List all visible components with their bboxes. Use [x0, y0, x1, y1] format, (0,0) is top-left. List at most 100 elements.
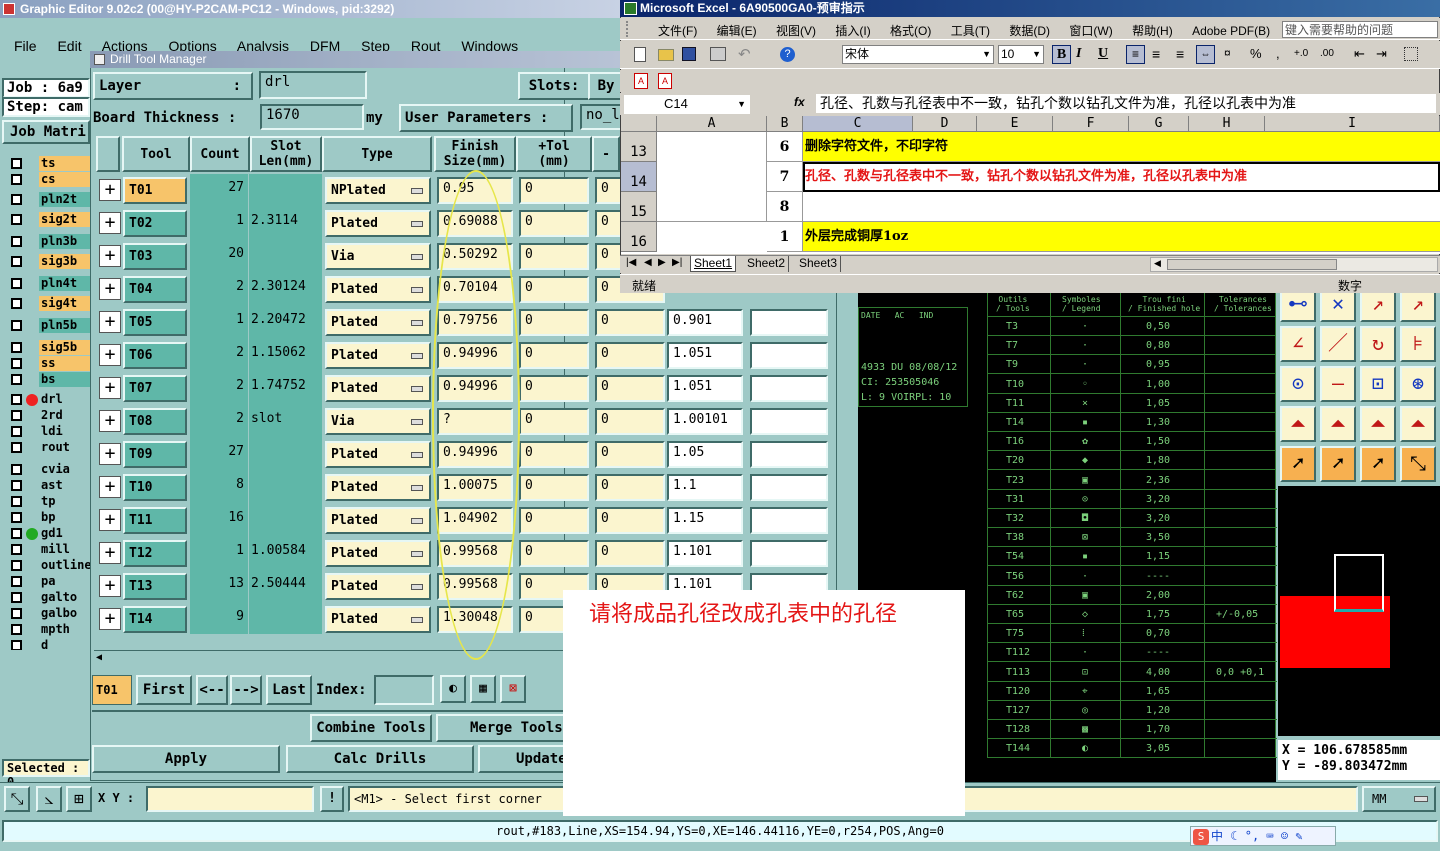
drill-size-input[interactable]: 1.15 [667, 507, 743, 534]
tool-type-select[interactable]: Plated [325, 606, 431, 633]
expand-icon[interactable]: + [99, 377, 121, 399]
align-left-icon[interactable]: ≡ [1126, 45, 1145, 64]
pointer-icon[interactable]: ➚ [1280, 446, 1316, 482]
layer-checkbox[interactable] [11, 592, 22, 603]
expand-icon[interactable]: + [99, 212, 121, 234]
tool-name-button[interactable]: T11 [123, 507, 187, 534]
layer-row[interactable]: ss [8, 356, 90, 371]
col-header-f[interactable]: F [1053, 116, 1129, 132]
plus-tol-input[interactable]: 0 [519, 309, 589, 336]
tool-type-select[interactable]: Plated [325, 573, 431, 600]
lightbulb-icon[interactable]: ◐ [440, 675, 466, 703]
layer-row[interactable]: sig4t [8, 296, 90, 311]
cell-c[interactable] [803, 192, 1440, 222]
increase-decimal-icon[interactable]: +.0 [1294, 48, 1308, 59]
layer-checkbox[interactable] [11, 608, 22, 619]
alert-icon[interactable]: ! [320, 786, 344, 812]
layer-row[interactable]: pln3b [8, 234, 90, 249]
measure-icon[interactable]: ⦣ [36, 786, 62, 812]
plus-tol-input[interactable]: 0 [519, 540, 589, 567]
comma-icon[interactable]: , [1276, 46, 1280, 61]
drill-size-input[interactable]: 1.1 [667, 474, 743, 501]
layer-checkbox[interactable] [11, 320, 22, 331]
minus-tol-input[interactable]: 0 [595, 342, 665, 369]
expand-icon[interactable]: + [99, 179, 121, 201]
layer-row[interactable]: pln2t [8, 192, 90, 207]
row-header[interactable]: 15 [621, 192, 657, 222]
table-icon[interactable]: ▦ [470, 675, 496, 703]
index-input[interactable] [374, 675, 434, 705]
first-sheet-icon[interactable]: |◀ [626, 257, 636, 268]
keyboard-icon[interactable]: ⌨ [1266, 829, 1273, 843]
col-header-e[interactable]: E [977, 116, 1053, 132]
layer-checkbox[interactable] [11, 298, 22, 309]
merged-cell-a[interactable] [657, 132, 767, 222]
font-size-select[interactable]: 10 ▼ [998, 45, 1044, 64]
triangle-icon[interactable]: ⏶ [1400, 406, 1436, 442]
row-header[interactable]: 13 [621, 132, 657, 162]
ime-chinese-icon[interactable]: 中 [1211, 829, 1223, 843]
layer-row[interactable]: 2rd [8, 408, 90, 423]
drill-size-input[interactable]: 0.901 [667, 309, 743, 336]
minus-tol-input[interactable]: 0 [595, 309, 665, 336]
expand-icon[interactable]: + [99, 443, 121, 465]
job-matrix-button[interactable]: Job Matri [2, 120, 90, 144]
percent-icon[interactable]: % [1250, 46, 1262, 61]
extra-input[interactable] [750, 507, 828, 534]
new-icon[interactable] [634, 47, 646, 62]
expand-icon[interactable]: + [99, 344, 121, 366]
layer-row[interactable]: outline [8, 558, 90, 573]
align-center-icon[interactable]: ≡ [1152, 46, 1160, 62]
excel-h-scrollbar[interactable]: ◀ [1150, 257, 1438, 272]
cell-c[interactable]: 删除字符文件，不印字符 [803, 132, 1440, 162]
layer-checkbox[interactable] [11, 512, 22, 523]
user-parameters-input[interactable]: no_l [580, 104, 624, 130]
plus-tol-input[interactable]: 0 [519, 276, 589, 303]
col-header-a[interactable]: A [657, 116, 767, 132]
layer-row[interactable]: mpth [8, 622, 90, 637]
minus-tol-input[interactable]: 0 [595, 441, 665, 468]
tool-name-button[interactable]: T12 [123, 540, 187, 567]
extra-input[interactable] [750, 474, 828, 501]
extra-input[interactable] [750, 540, 828, 567]
extra-input[interactable] [750, 375, 828, 402]
tool-name-button[interactable]: T06 [123, 342, 187, 369]
layer-row[interactable]: galbo [8, 606, 90, 621]
moon-icon[interactable]: ☾ [1230, 829, 1237, 843]
frame-icon[interactable]: ⊡ [1360, 366, 1396, 402]
snap-icon[interactable]: ⊙ [1280, 366, 1316, 402]
col-header-d[interactable]: D [913, 116, 977, 132]
angle-icon[interactable]: ∠ [1280, 326, 1316, 362]
expand-icon[interactable]: + [99, 542, 121, 564]
layer-row[interactable]: drl [8, 392, 90, 407]
xy-input[interactable] [146, 786, 314, 812]
layer-checkbox[interactable] [11, 426, 22, 437]
extra-input[interactable] [750, 408, 828, 435]
layer-checkbox[interactable] [11, 342, 22, 353]
excel-help-box[interactable]: 键入需要帮助的问题 [1282, 21, 1438, 38]
save-icon[interactable] [682, 47, 696, 61]
tool-name-button[interactable]: T14 [123, 606, 187, 633]
apply-button[interactable]: Apply [92, 745, 280, 773]
delete-icon[interactable]: ⊠ [500, 675, 526, 703]
increase-indent-icon[interactable]: ⇥ [1376, 46, 1387, 62]
layer-checkbox[interactable] [11, 560, 22, 571]
tool-name-button[interactable]: T09 [123, 441, 187, 468]
layer-checkbox[interactable] [11, 640, 22, 650]
excel-menu-edit[interactable]: 编辑(E) [717, 24, 757, 38]
excel-menu-adobe-pdf[interactable]: Adobe PDF(B) [1192, 24, 1270, 38]
layer-row[interactable]: ast [8, 478, 90, 493]
minus-tol-input[interactable]: 0 [595, 375, 665, 402]
grid-icon[interactable]: ⊞ [66, 786, 92, 812]
rotate-icon[interactable]: ↻ [1360, 326, 1396, 362]
drill-size-input[interactable]: 1.051 [667, 375, 743, 402]
tool-name-button[interactable]: T08 [123, 408, 187, 435]
layer-checkbox[interactable] [11, 442, 22, 453]
col-header-c[interactable]: C [803, 116, 913, 132]
next-sheet-icon[interactable]: ▶ [658, 257, 666, 268]
bold-button[interactable]: B [1052, 45, 1071, 64]
layer-checkbox[interactable] [11, 158, 22, 169]
italic-button[interactable]: I [1076, 46, 1081, 62]
layer-row[interactable]: sig5b [8, 340, 90, 355]
cell-c[interactable]: 外层完成铜厚1oz [803, 222, 1440, 252]
